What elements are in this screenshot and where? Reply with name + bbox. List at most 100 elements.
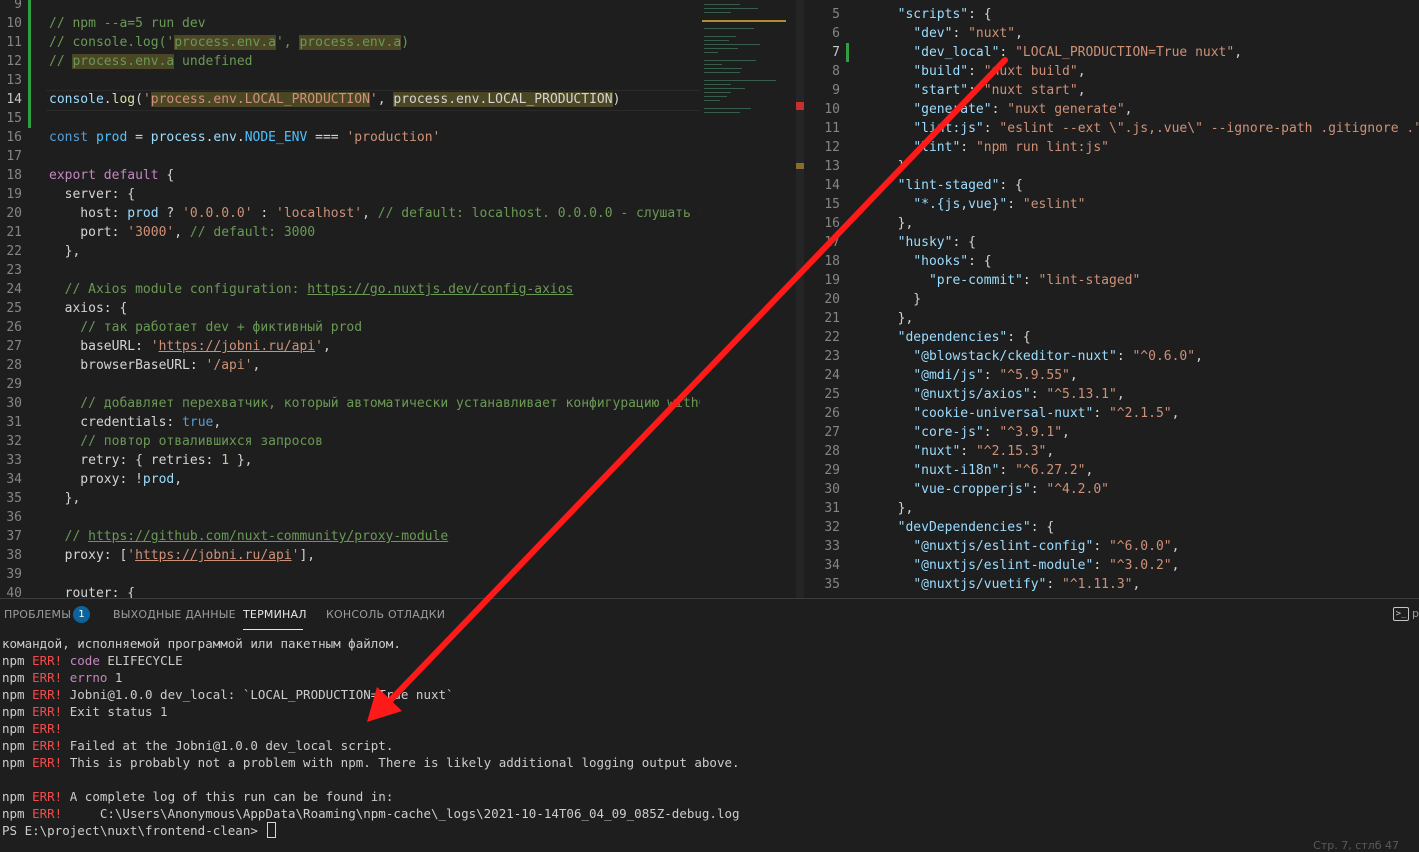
terminal-icon[interactable]: >_ — [1393, 607, 1409, 621]
code-token: , — [1046, 444, 1055, 459]
code-line[interactable]: "lint-staged": { — [882, 176, 1023, 195]
line-number: 17 — [824, 235, 840, 250]
code-line[interactable]: retry: { retries: 1 }, — [49, 451, 252, 470]
code-line[interactable]: console.log('process.env.LOCAL_PRODUCTIO… — [49, 90, 620, 109]
code-token: ' — [150, 339, 159, 354]
code-line[interactable]: }, — [882, 214, 914, 233]
code-token: : — [968, 64, 984, 79]
line-number: 12 — [6, 54, 22, 69]
code-token: "^6.0.0" — [1108, 539, 1172, 554]
code-line[interactable]: "lint:js": "eslint --ext \".js,.vue\" --… — [882, 119, 1419, 138]
code-line[interactable]: "dev_local": "LOCAL_PRODUCTION=True nuxt… — [882, 43, 1242, 62]
code-token: . — [103, 92, 112, 107]
code-line[interactable]: // повтор отвалившихся запросов — [49, 432, 323, 451]
code-token: { — [166, 168, 175, 183]
line-number: 23 — [6, 263, 22, 278]
code-token: }, — [49, 491, 81, 506]
editor-scrollbar[interactable] — [796, 0, 804, 598]
code-line[interactable]: "husky": { — [882, 233, 976, 252]
code-line[interactable]: }, — [49, 242, 81, 261]
code-line[interactable]: "*.{js,vue}": "eslint" — [882, 195, 1085, 214]
code-line[interactable]: baseURL: 'https://jobni.ru/api', — [49, 337, 330, 356]
code-line[interactable]: "start": "nuxt start", — [882, 81, 1085, 100]
code-line[interactable]: "@nuxtjs/eslint-module": "^3.0.2", — [882, 556, 1179, 575]
code-line[interactable]: "lint": "npm run lint:js" — [882, 138, 1109, 157]
code-token: "lint-staged" — [1038, 273, 1141, 288]
code-line[interactable]: port: '3000', // default: 3000 — [49, 223, 315, 242]
code-line[interactable]: } — [882, 157, 906, 176]
code-token: "lint:js" — [913, 121, 984, 136]
code-token: ' — [369, 92, 378, 107]
code-line[interactable]: credentials: true, — [49, 413, 221, 432]
code-line[interactable]: "vue-cropperjs": "^4.2.0" — [882, 480, 1109, 499]
line-number: 18 — [6, 168, 22, 183]
code-line[interactable]: proxy: !prod, — [49, 470, 182, 489]
code-line[interactable]: "@nuxtjs/eslint-config": "^6.0.0", — [882, 537, 1179, 556]
code-line[interactable]: proxy: ['https://jobni.ru/api'], — [49, 546, 316, 565]
code-line[interactable]: "dev": "nuxt", — [882, 24, 1023, 43]
status-hint: Стр. 7, стлб 47 — [1313, 839, 1399, 852]
code-line[interactable]: "@nuxtjs/axios": "^5.13.1", — [882, 385, 1124, 404]
tab-output[interactable]: ВЫХОДНЫЕ ДАННЫЕ — [113, 608, 236, 621]
line-number: 28 — [6, 358, 22, 373]
code-line[interactable]: axios: { — [49, 299, 128, 318]
code-line[interactable]: }, — [882, 309, 914, 328]
line-number: 31 — [6, 415, 22, 430]
right-editor[interactable]: 5 "scripts": {6 "dev": "nuxt", 7 "dev_loc… — [804, 0, 1419, 598]
code-line[interactable]: "@nuxtjs/vuetify": "^1.11.3", — [882, 575, 1140, 594]
code-token: : — [983, 368, 1000, 383]
left-editor[interactable]: 9 10// npm --a=5 run dev 11// console.log(… — [0, 0, 700, 598]
code-line[interactable]: "pre-commit": "lint-staged" — [882, 271, 1140, 290]
code-token: // npm --a=5 run dev — [49, 16, 206, 31]
code-token: "nuxt build" — [983, 64, 1078, 79]
code-line[interactable]: const prod = process.env.NODE_ENV === 'p… — [49, 128, 440, 147]
tab-problems[interactable]: ПРОБЛЕМЫ — [4, 608, 71, 621]
code-line[interactable]: }, — [882, 499, 914, 518]
terminal-line: npm ERR! — [2, 721, 63, 736]
code-token: prod — [95, 130, 128, 145]
code-line[interactable]: }, — [49, 489, 81, 508]
code-line[interactable]: // npm --a=5 run dev — [49, 14, 206, 33]
code-line[interactable]: "cookie-universal-nuxt": "^2.1.5", — [882, 404, 1179, 423]
code-token: "dev" — [913, 26, 953, 41]
code-line[interactable]: "scripts": { — [882, 5, 992, 24]
terminal-label[interactable]: p — [1412, 607, 1419, 620]
code-line[interactable]: router: { — [49, 584, 135, 598]
tab-terminal[interactable]: ТЕРМИНАЛ — [243, 608, 307, 621]
code-line[interactable]: "nuxt": "^2.15.3", — [882, 442, 1054, 461]
code-line[interactable]: "hooks": { — [882, 252, 991, 271]
code-line[interactable]: // Axios module configuration: https://g… — [49, 280, 574, 299]
code-line[interactable]: "dependencies": { — [882, 328, 1031, 347]
code-token: process.env.LOCAL_PRODUCTION — [150, 92, 370, 107]
code-line[interactable]: // https://github.com/nuxt-community/pro… — [49, 527, 449, 546]
minimap-line — [704, 112, 740, 113]
code-line[interactable]: "core-js": "^3.9.1", — [882, 423, 1070, 442]
code-line[interactable]: // process.env.a undefined — [49, 52, 253, 71]
code-line[interactable]: server: { — [49, 185, 135, 204]
code-line[interactable]: "build": "nuxt build", — [882, 62, 1085, 81]
code-line[interactable]: "generate": "nuxt generate", — [882, 100, 1132, 119]
code-line[interactable]: // console.log('process.env.a', process.… — [49, 33, 409, 52]
code-line[interactable]: browserBaseURL: '/api', — [49, 356, 260, 375]
code-line[interactable]: "@blowstack/ckeditor-nuxt": "^0.6.0", — [882, 347, 1203, 366]
code-line[interactable]: export default { — [49, 166, 174, 185]
code-line[interactable]: // так работает dev + фиктивный prod — [49, 318, 362, 337]
code-token: // Axios module configuration: — [49, 282, 308, 297]
code-line[interactable]: "devDependencies": { — [882, 518, 1055, 537]
minimap[interactable] — [700, 0, 796, 598]
tab-debug-console[interactable]: КОНСОЛЬ ОТЛАДКИ — [326, 608, 445, 621]
line-number: 9 — [832, 83, 840, 98]
code-token: "^2.1.5" — [1108, 406, 1172, 421]
code-line[interactable]: "nuxt-i18n": "^6.27.2", — [882, 461, 1093, 480]
code-token: ? — [158, 206, 183, 221]
code-line[interactable]: host: prod ? '0.0.0.0' : 'localhost', //… — [49, 204, 700, 223]
code-line[interactable]: "@mdi/js": "^5.9.55", — [882, 366, 1077, 385]
code-token: port: — [49, 225, 128, 240]
code-line[interactable]: // добавляет перехватчик, который автома… — [49, 394, 700, 413]
code-token: export default — [49, 168, 167, 183]
code-line[interactable]: } — [882, 290, 921, 309]
code-token: , — [1124, 102, 1133, 117]
